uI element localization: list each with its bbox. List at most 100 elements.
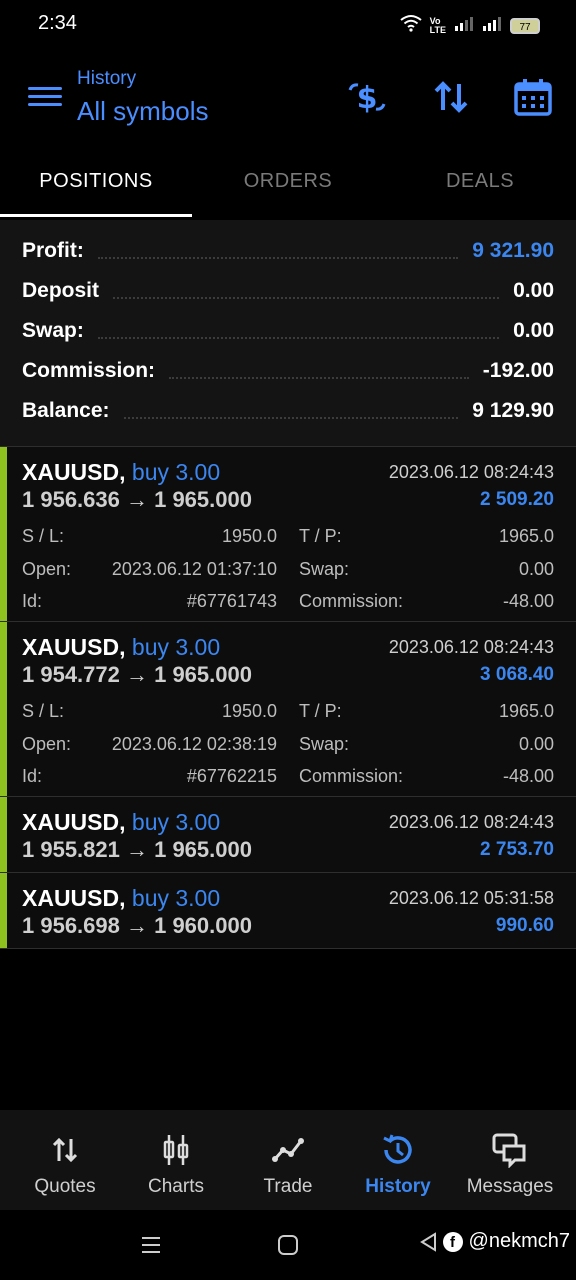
nav-charts[interactable]: Charts bbox=[121, 1130, 231, 1198]
position-time: 2023.06.12 05:31:58 bbox=[388, 888, 554, 908]
tab-bar: POSITIONS ORDERS DEALS bbox=[0, 150, 576, 218]
summary-profit: Profit: 9 321.90 bbox=[22, 239, 554, 262]
trade-icon bbox=[233, 1130, 343, 1170]
deposit-value: 0.00 bbox=[513, 279, 554, 302]
position-symbol: XAUUSD, buy 3.00 bbox=[22, 459, 221, 485]
position-row[interactable]: XAUUSD, buy 3.00 1 956.698 → 1 960.000 2… bbox=[0, 872, 576, 949]
facebook-icon: f bbox=[442, 1231, 463, 1252]
id-value: #67762215 bbox=[186, 766, 277, 786]
open-value: 2023.06.12 02:38:19 bbox=[111, 734, 277, 754]
position-side: buy 3.00 bbox=[131, 459, 221, 485]
summary-panel: Profit: 9 321.90 Deposit 0.00 Swap: 0.00… bbox=[0, 220, 576, 446]
tab-positions[interactable]: POSITIONS bbox=[0, 170, 192, 193]
watermark: f @nekmch7 bbox=[419, 1230, 570, 1253]
watermark-text: @nekmch7 bbox=[468, 1230, 570, 1252]
buy-indicator bbox=[0, 797, 7, 872]
position-symbol: XAUUSD, buy 3.00 bbox=[22, 885, 221, 911]
back-triangle-icon[interactable] bbox=[419, 1231, 437, 1252]
open-value: 2023.06.12 01:37:10 bbox=[111, 559, 277, 579]
position-row[interactable]: XAUUSD, buy 3.00 1 956.636 → 1 965.000 2… bbox=[0, 446, 576, 621]
volte-icon: Vo LTE bbox=[429, 15, 446, 35]
nav-quotes[interactable]: Quotes bbox=[10, 1130, 120, 1198]
swap-value: 0.00 bbox=[518, 734, 554, 754]
position-profit: 990.60 bbox=[495, 915, 554, 936]
sort-icon bbox=[434, 81, 468, 113]
position-symbol: XAUUSD, buy 3.00 bbox=[22, 809, 221, 835]
id-value: #67761743 bbox=[186, 591, 277, 611]
nav-messages[interactable]: Messages bbox=[455, 1130, 565, 1198]
balance-value: 9 129.90 bbox=[472, 399, 554, 422]
buy-indicator bbox=[0, 873, 7, 948]
status-bar: 2:34 Vo LTE 77 bbox=[0, 0, 576, 50]
tp-value: 1965.0 bbox=[498, 701, 554, 721]
position-side: buy 3.00 bbox=[131, 634, 221, 660]
open-label: Open: bbox=[22, 559, 72, 579]
open-label: Open: bbox=[22, 734, 72, 754]
menu-lines-icon bbox=[142, 1237, 160, 1253]
system-nav-bar: f @nekmch7 bbox=[0, 1210, 576, 1280]
dollar-icon: $ bbox=[348, 81, 386, 116]
position-row[interactable]: XAUUSD, buy 3.00 1 955.821 → 1 965.000 2… bbox=[0, 796, 576, 872]
menu-button[interactable] bbox=[28, 82, 62, 112]
profit-value: 9 321.90 bbox=[472, 239, 554, 262]
buy-indicator bbox=[0, 447, 7, 621]
position-side: buy 3.00 bbox=[131, 809, 221, 835]
sl-label: S / L: bbox=[22, 526, 65, 546]
commission-label: Commission: bbox=[299, 766, 404, 786]
header-title[interactable]: All symbols bbox=[77, 96, 208, 127]
history-icon bbox=[343, 1130, 453, 1170]
svg-text:$: $ bbox=[357, 81, 378, 116]
calendar-icon bbox=[514, 79, 552, 116]
summary-deposit: Deposit 0.00 bbox=[22, 279, 554, 302]
quotes-icon bbox=[10, 1130, 120, 1170]
deposit-button[interactable]: $ bbox=[346, 76, 388, 118]
tp-value: 1965.0 bbox=[498, 526, 554, 546]
commission-value: -192.00 bbox=[482, 359, 554, 382]
id-label: Id: bbox=[22, 591, 43, 611]
header-subtitle: History bbox=[77, 68, 137, 89]
messages-icon bbox=[455, 1130, 565, 1170]
position-time: 2023.06.12 08:24:43 bbox=[388, 812, 554, 832]
tab-deals[interactable]: DEALS bbox=[384, 170, 576, 193]
signal-icon-2 bbox=[482, 15, 502, 36]
battery-icon: 77 bbox=[510, 17, 540, 34]
menu-icon bbox=[28, 87, 62, 90]
recents-button[interactable] bbox=[140, 1234, 162, 1261]
id-label: Id: bbox=[22, 766, 43, 786]
commission-label: Commission: bbox=[299, 591, 404, 611]
sort-button[interactable] bbox=[430, 76, 472, 118]
swap-label: Swap: bbox=[299, 559, 350, 579]
calendar-button[interactable] bbox=[512, 76, 554, 118]
summary-swap: Swap: 0.00 bbox=[22, 319, 554, 342]
position-profit: 2 509.20 bbox=[480, 489, 554, 510]
nav-trade[interactable]: Trade bbox=[233, 1130, 343, 1198]
bottom-nav: Quotes Charts Trade History Messages bbox=[0, 1110, 576, 1210]
tab-orders[interactable]: ORDERS bbox=[192, 170, 384, 193]
sl-value: 1950.0 bbox=[221, 701, 277, 721]
status-icons: Vo LTE 77 bbox=[400, 14, 540, 37]
home-button[interactable] bbox=[277, 1234, 299, 1261]
position-row[interactable]: XAUUSD, buy 3.00 1 954.772 → 1 965.000 2… bbox=[0, 621, 576, 796]
position-symbol: XAUUSD, buy 3.00 bbox=[22, 634, 221, 660]
buy-indicator bbox=[0, 622, 7, 796]
nav-history[interactable]: History bbox=[343, 1130, 453, 1198]
wifi-icon bbox=[400, 14, 422, 37]
position-side: buy 3.00 bbox=[131, 885, 221, 911]
commission-value: -48.00 bbox=[502, 591, 554, 611]
tab-indicator bbox=[0, 214, 192, 217]
charts-icon bbox=[121, 1130, 231, 1170]
status-time: 2:34 bbox=[38, 12, 77, 34]
swap-label: Swap: bbox=[299, 734, 350, 754]
position-prices: 1 954.772 → 1 965.000 bbox=[22, 662, 252, 687]
position-profit: 2 753.70 bbox=[480, 839, 554, 860]
swap-value: 0.00 bbox=[518, 559, 554, 579]
commission-value: -48.00 bbox=[502, 766, 554, 786]
position-time: 2023.06.12 08:24:43 bbox=[388, 637, 554, 657]
home-square-icon bbox=[278, 1235, 298, 1255]
summary-balance: Balance: 9 129.90 bbox=[22, 399, 554, 422]
positions-list: XAUUSD, buy 3.00 1 956.636 → 1 965.000 2… bbox=[0, 446, 576, 949]
position-prices: 1 956.698 → 1 960.000 bbox=[22, 913, 252, 938]
position-prices: 1 955.821 → 1 965.000 bbox=[22, 837, 252, 862]
sl-label: S / L: bbox=[22, 701, 65, 721]
position-time: 2023.06.12 08:24:43 bbox=[388, 462, 554, 482]
